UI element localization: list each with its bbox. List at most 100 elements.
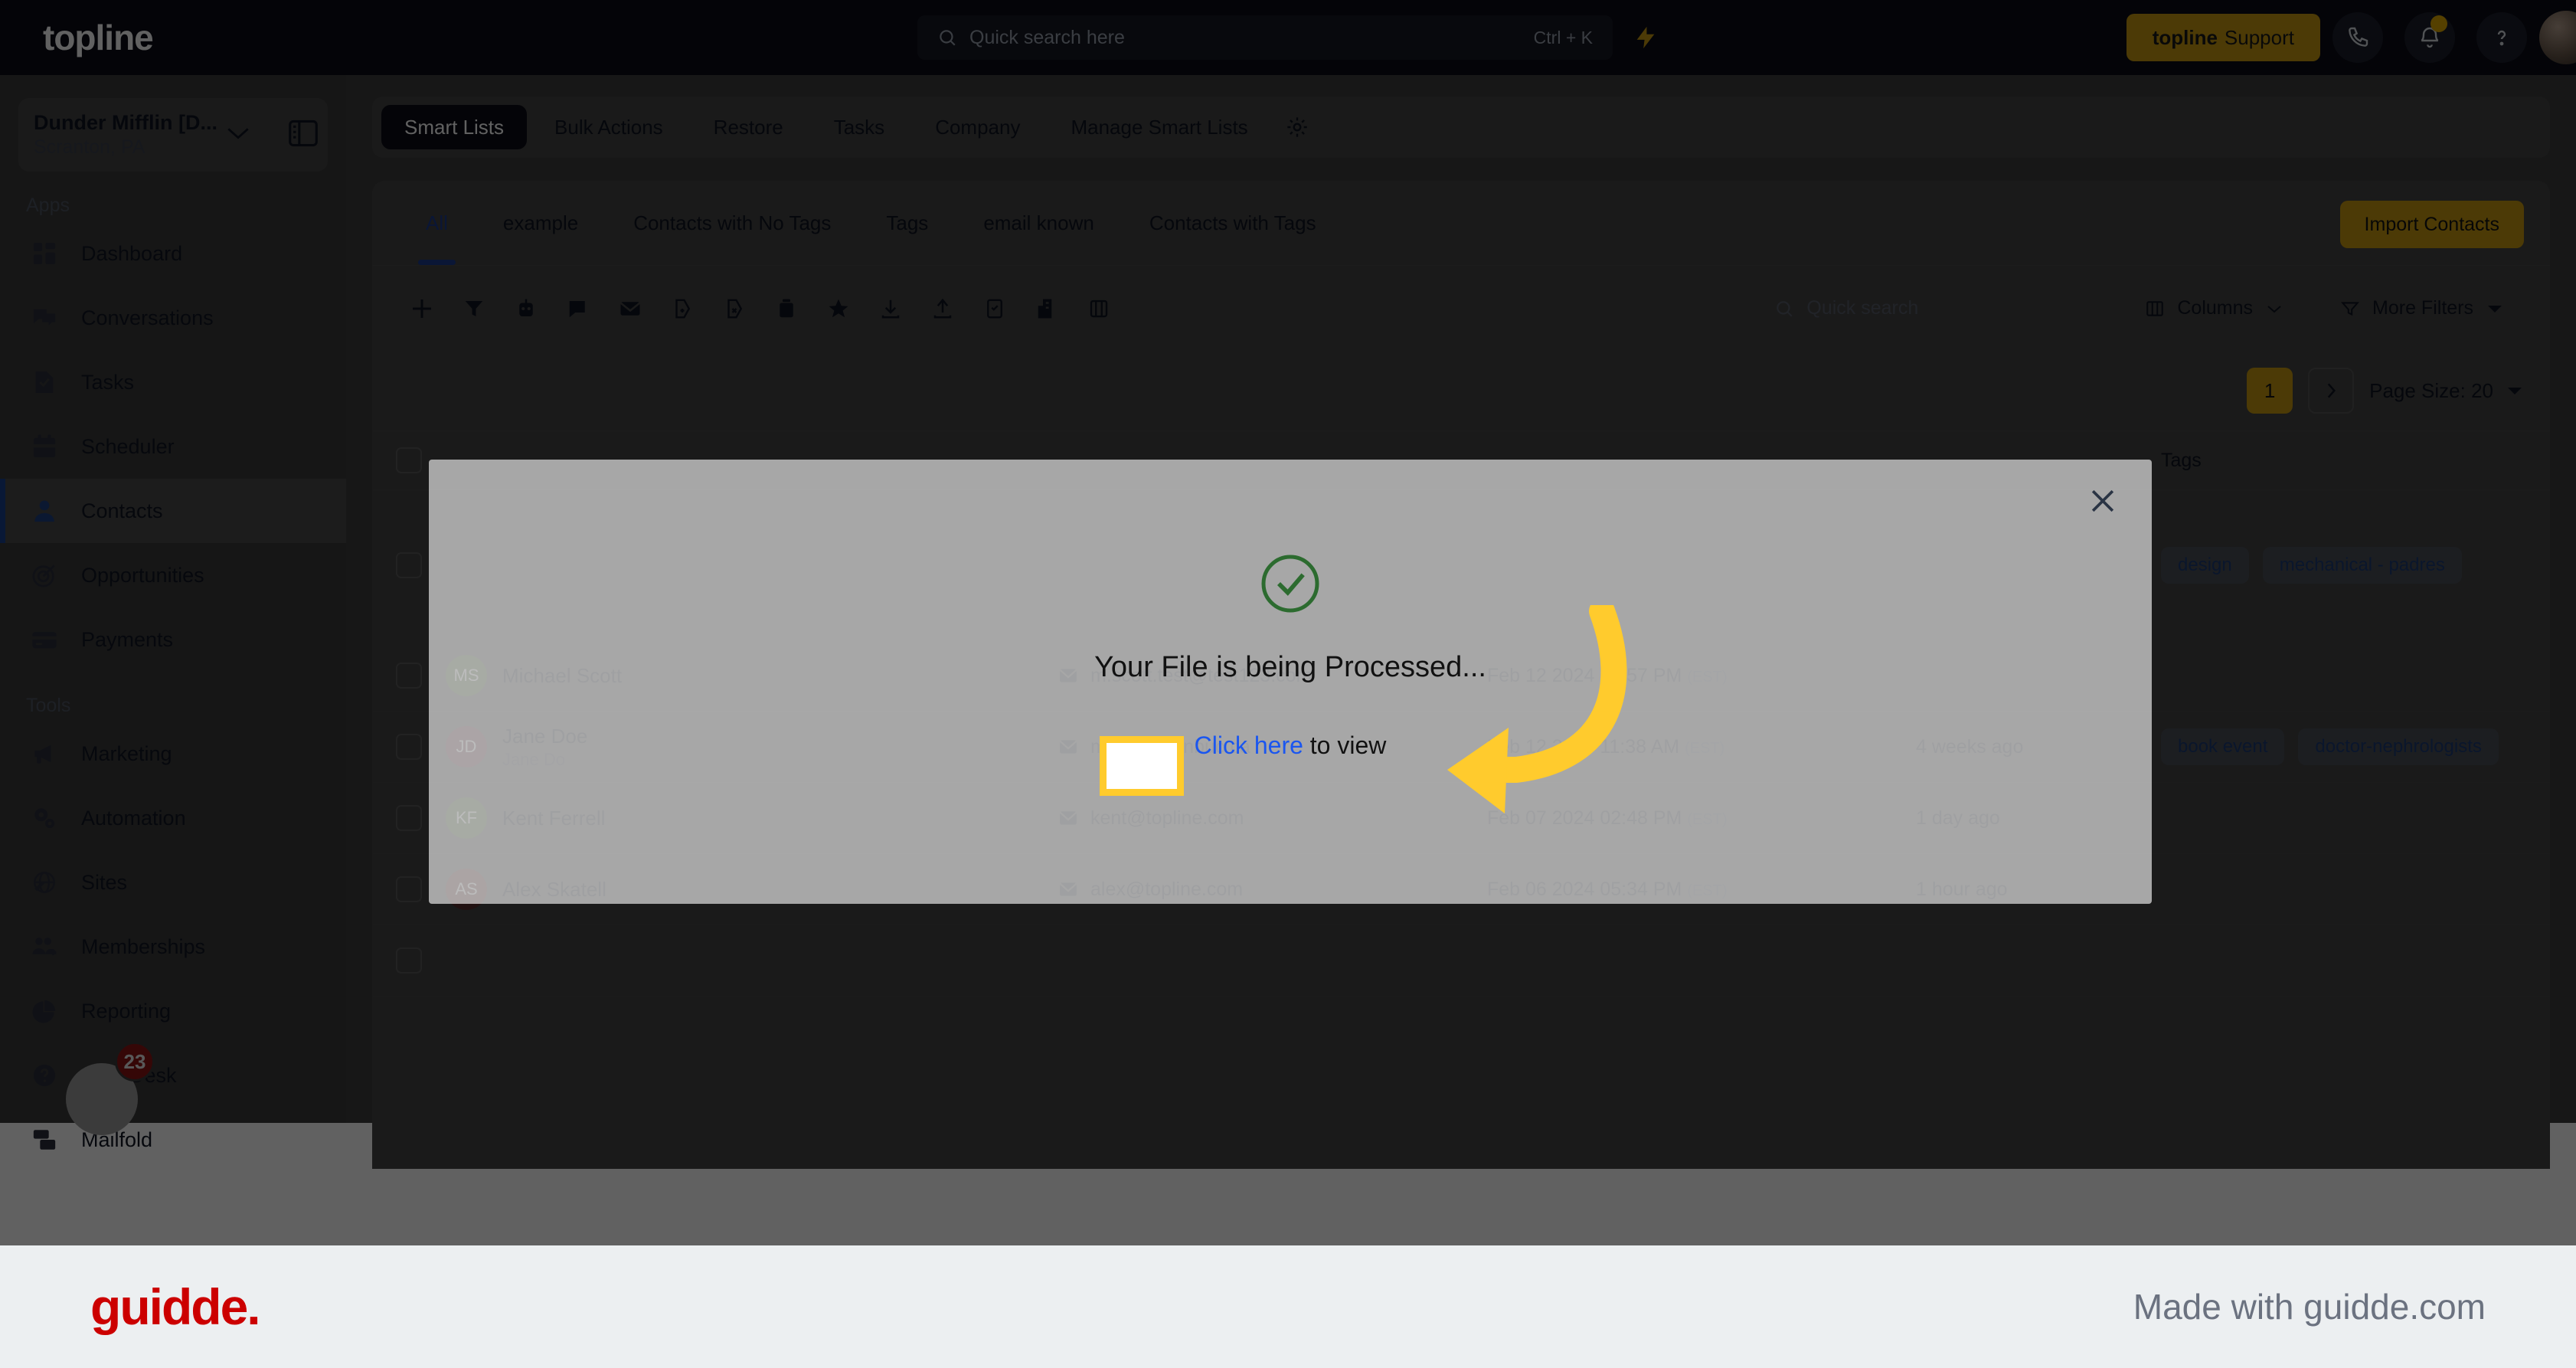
app-root: topline Quick search here Ctrl + K topli… <box>0 0 2576 1368</box>
chevron-down-icon <box>2508 388 2522 394</box>
people-add-icon <box>29 931 60 962</box>
tab-company[interactable]: Company <box>912 105 1043 149</box>
sidebar-item-sites[interactable]: Sites <box>0 850 346 915</box>
merge-icon[interactable] <box>1075 285 1123 332</box>
tag-chip[interactable]: doctor-nephrologists <box>2298 728 2499 765</box>
sidebar-item-label: Reporting <box>81 999 172 1023</box>
next-page-button[interactable] <box>2308 368 2355 414</box>
lightning-bolt-icon[interactable] <box>1626 18 1665 57</box>
search-icon <box>940 30 956 46</box>
credit-card-icon <box>29 624 60 655</box>
question-mark-icon[interactable] <box>2476 12 2527 63</box>
tab-tasks[interactable]: Tasks <box>811 105 907 149</box>
close-icon[interactable] <box>2086 484 2120 523</box>
sidebar-item-tasks[interactable]: Tasks <box>0 350 346 414</box>
tag-chip[interactable]: mechanical - padres <box>2262 546 2462 584</box>
section-label-apps: Apps <box>26 195 70 216</box>
bell-icon[interactable] <box>2404 12 2455 63</box>
tab-manage-smart-lists[interactable]: Manage Smart Lists <box>1048 105 1270 149</box>
target-icon <box>29 560 60 591</box>
sub-nav: Smart Lists Bulk Actions Restore Tasks C… <box>372 97 2550 158</box>
task-add-icon[interactable] <box>971 285 1018 332</box>
star-icon[interactable] <box>815 285 862 332</box>
view-file-link[interactable]: Click here <box>1195 731 1303 759</box>
upload-icon[interactable] <box>919 285 966 332</box>
sidebar-item-scheduler[interactable]: Scheduler <box>0 414 346 479</box>
location-name: Dunder Mifflin [D... <box>34 110 217 134</box>
smartlist-tab-email-known[interactable]: email known <box>956 181 1122 265</box>
quick-search-input[interactable]: Quick search <box>1756 281 2109 335</box>
sidebar-item-label: Memberships <box>81 934 206 958</box>
plus-icon[interactable] <box>398 285 446 332</box>
sidebar-item-contacts[interactable]: Contacts <box>0 479 346 543</box>
sidebar-item-opportunities[interactable]: Opportunities <box>0 543 346 607</box>
filter-icon[interactable] <box>450 285 498 332</box>
panel-collapse-icon[interactable] <box>285 115 322 152</box>
search-shortcut: Ctrl + K <box>1533 27 1593 47</box>
smartlist-tab-contacts-with-tags[interactable]: Contacts with Tags <box>1122 181 1344 265</box>
sidebar-item-label: Scheduler <box>81 434 175 458</box>
business-icon[interactable] <box>1023 285 1071 332</box>
tag-chip[interactable]: book event <box>2161 728 2285 765</box>
gear-icon[interactable] <box>1276 115 1319 139</box>
sidebar-item-mailfold[interactable]: Mailfold <box>0 1108 346 1172</box>
avatar[interactable] <box>2539 11 2576 64</box>
location-switcher[interactable]: Dunder Mifflin [D... Scranton, PA <box>18 98 328 172</box>
sidebar-item-label: Tasks <box>81 370 135 394</box>
sidebar-item-reporting[interactable]: Reporting <box>0 979 346 1043</box>
sidebar-item-marketing[interactable]: Marketing <box>0 722 346 786</box>
tab-restore[interactable]: Restore <box>691 105 806 149</box>
sidebar-item-help-desk[interactable]: Help Desk <box>0 1043 346 1108</box>
sidebar-item-conversations[interactable]: Conversations <box>0 286 346 350</box>
dashboard-icon <box>29 238 60 269</box>
sidebar-item-dashboard[interactable]: Dashboard <box>0 221 346 286</box>
more-filters-button[interactable]: More Filters <box>2320 281 2524 335</box>
columns-label: Columns <box>2177 297 2254 319</box>
sidebar-item-label: Conversations <box>81 306 214 329</box>
delete-icon[interactable] <box>763 285 810 332</box>
app-logo[interactable]: topline <box>0 17 346 58</box>
person-icon <box>29 496 60 526</box>
more-filters-label: More Filters <box>2372 297 2473 319</box>
remove-tag-icon[interactable] <box>711 285 758 332</box>
sidebar-item-label: Automation <box>81 806 186 830</box>
tab-smart-lists[interactable]: Smart Lists <box>381 105 528 149</box>
sms-icon[interactable] <box>554 285 602 332</box>
import-contacts-button[interactable]: Import Contacts <box>2339 201 2524 248</box>
toolbar-right-group: Quick search Columns More Filters <box>1756 281 2524 335</box>
global-search-placeholder: Quick search here <box>969 26 1125 48</box>
table-row[interactable] <box>372 925 2550 997</box>
question-circle-icon <box>29 1060 60 1091</box>
tag-chip[interactable]: design <box>2161 546 2249 584</box>
global-search-input[interactable]: Quick search here Ctrl + K <box>917 15 1613 60</box>
phone-icon[interactable] <box>2332 12 2383 63</box>
sidebar-item-memberships[interactable]: Memberships <box>0 915 346 979</box>
pagination: 1 Page Size: 20 <box>372 351 2550 430</box>
support-label: Support <box>2224 25 2294 49</box>
sidebar-item-payments[interactable]: Payments <box>0 607 346 672</box>
contacts-toolbar: Quick search Columns More Filters <box>372 265 2550 351</box>
gears-icon <box>29 803 60 833</box>
page-number-1[interactable]: 1 <box>2247 368 2293 414</box>
smartlist-tab-example[interactable]: example <box>476 181 606 265</box>
notification-dot <box>2431 15 2447 32</box>
smartlist-tab-tags[interactable]: Tags <box>858 181 956 265</box>
support-button[interactable]: topline Support <box>2126 14 2320 61</box>
download-icon[interactable] <box>867 285 914 332</box>
email-icon[interactable] <box>606 285 654 332</box>
megaphone-icon <box>29 738 60 769</box>
search-icon <box>1777 300 1793 317</box>
support-brand: topline <box>2152 25 2218 49</box>
smartlist-tab-contacts-with-no-tags[interactable]: Contacts with No Tags <box>606 181 858 265</box>
chevron-right-icon <box>2327 383 2336 398</box>
smartlist-tab-all[interactable]: All <box>398 181 476 265</box>
row-checkbox[interactable] <box>372 947 446 974</box>
sidebar-badge-count: 23 <box>115 1042 155 1082</box>
robot-icon[interactable] <box>502 285 550 332</box>
sidebar-item-automation[interactable]: Automation <box>0 786 346 850</box>
globe-icon <box>29 867 60 898</box>
add-tag-icon[interactable] <box>659 285 706 332</box>
columns-button[interactable]: Columns <box>2125 281 2304 335</box>
tab-bulk-actions[interactable]: Bulk Actions <box>531 105 686 149</box>
page-size-selector[interactable]: Page Size: 20 <box>2369 379 2524 403</box>
